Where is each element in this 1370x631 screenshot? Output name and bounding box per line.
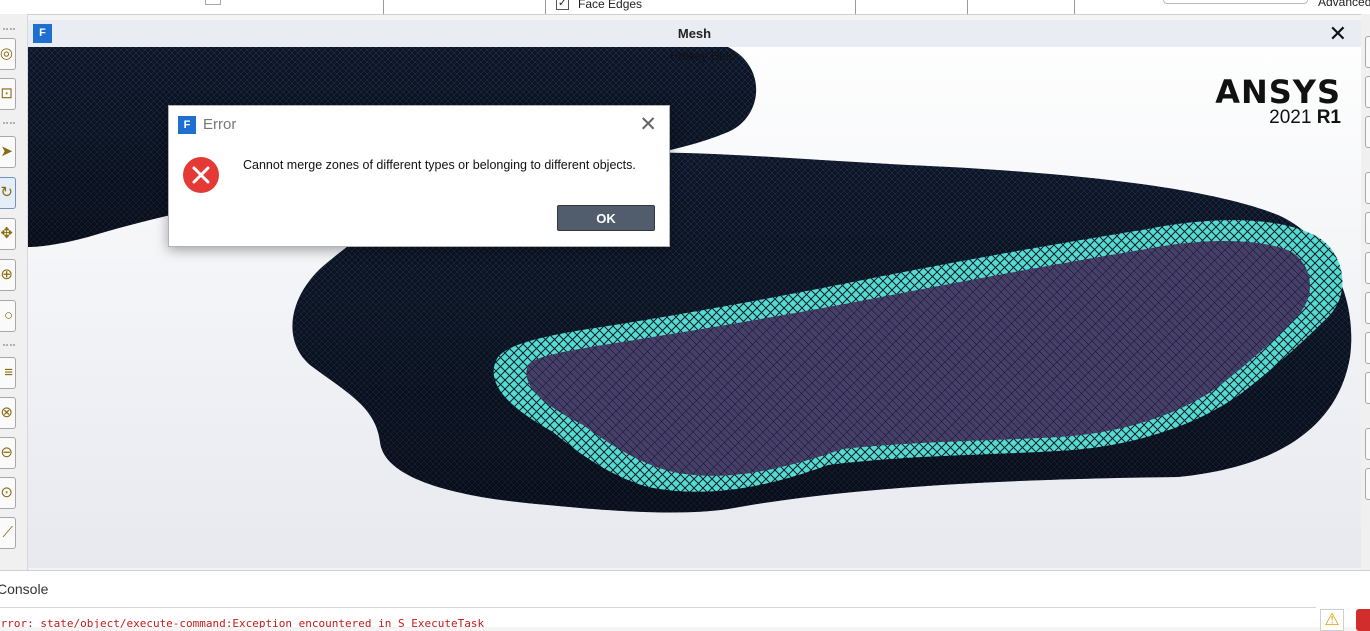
close-icon[interactable]: ✕ [639, 112, 657, 137]
dialog-message: Cannot merge zones of different types or… [243, 158, 636, 172]
right-tool-button[interactable] [1365, 116, 1370, 148]
toolbar-separator [967, 0, 968, 14]
right-tool-button[interactable] [1365, 468, 1370, 500]
measure-icon[interactable]: ⟋ [0, 517, 16, 549]
zoom-to-selection-icon[interactable]: ⊙ [0, 477, 16, 509]
toolbar-separator [545, 0, 546, 14]
console-panel: Console Error: state/object/execute-comm… [0, 570, 1370, 631]
error-circle-icon [183, 157, 219, 193]
ansys-logo: ANSYS 2021 R1 [1215, 76, 1341, 128]
toolbar-grip [3, 28, 15, 32]
zoom-box-icon[interactable]: ○ [0, 300, 16, 332]
console-output[interactable]: Error: state/object/execute-command:Exce… [0, 607, 1316, 628]
select-pointer-icon[interactable]: ➤ [0, 136, 16, 168]
zoom-out-icon[interactable]: ⊖ [0, 437, 16, 469]
dialog-header: F Error ✕ [169, 106, 669, 142]
face-edges-label: Face Edges [578, 0, 643, 11]
logo-version: 2021 R1 [1269, 107, 1341, 128]
ok-button[interactable]: OK [557, 205, 655, 231]
stop-button[interactable] [1356, 609, 1370, 631]
toolbar-separator [1074, 0, 1075, 14]
right-tool-button[interactable] [1365, 292, 1370, 324]
graphics-title: Mesh [677, 26, 712, 41]
toolbar-grip [3, 344, 15, 348]
right-tool-button[interactable] [1365, 372, 1370, 404]
fit-view-icon[interactable]: ⊡ [0, 78, 16, 110]
graphics-title-bar: F Mesh ✕ [28, 20, 1361, 47]
right-toolbar [1361, 14, 1370, 570]
toolbar-field[interactable] [1163, 0, 1308, 4]
toolbar-grip [3, 122, 15, 126]
pan-icon[interactable]: ✥ [0, 218, 16, 250]
graphics-window: F Mesh ✕ Hotkey Help ANSYS 2021 R1 [28, 20, 1361, 568]
right-tool-button[interactable] [1365, 428, 1370, 460]
face-edges-checkbox[interactable]: ✓ [556, 0, 569, 10]
right-tool-button[interactable] [1365, 76, 1370, 108]
advanced-label[interactable]: Advanced [1318, 0, 1370, 9]
warning-icon[interactable]: ⚠ [1320, 609, 1344, 631]
right-tool-button[interactable] [1365, 172, 1370, 204]
orient-icon[interactable]: ◎ [0, 38, 16, 70]
dialog-title: Error [203, 116, 237, 133]
right-tool-button[interactable] [1365, 332, 1370, 364]
right-tool-button[interactable] [1365, 212, 1370, 244]
right-tool-button[interactable] [1365, 36, 1370, 68]
console-error-line: Error: state/object/execute-command:Exce… [0, 617, 485, 628]
close-icon[interactable]: ✕ [1329, 21, 1347, 47]
logo-name: ANSYS [1215, 73, 1341, 111]
zoom-in-icon[interactable]: ⊕ [0, 259, 16, 291]
fluent-app-icon: F [178, 116, 196, 134]
zoom-fit-icon[interactable]: ⊗ [0, 397, 16, 429]
right-tool-button[interactable] [1365, 252, 1370, 284]
left-toolbar: ◎ ⊡ ➤ ↻ ✥ ⊕ ○ ≡ ⊗ ⊖ ⊙ ⟋ [0, 14, 28, 570]
rotate-icon[interactable]: ↻ [0, 177, 16, 209]
hotkey-help-label[interactable]: Hotkey Help [670, 49, 735, 63]
toolbar-separator [383, 0, 384, 14]
console-title: Console [0, 581, 49, 597]
toolbar-separator [855, 0, 856, 14]
toolbar-checkbox-partial[interactable] [205, 0, 221, 5]
top-toolbar: ✓ Face Edges Advanced [0, 0, 1370, 15]
layers-icon[interactable]: ≡ [0, 357, 16, 389]
error-dialog: F Error ✕ Cannot merge zones of differen… [168, 105, 670, 247]
